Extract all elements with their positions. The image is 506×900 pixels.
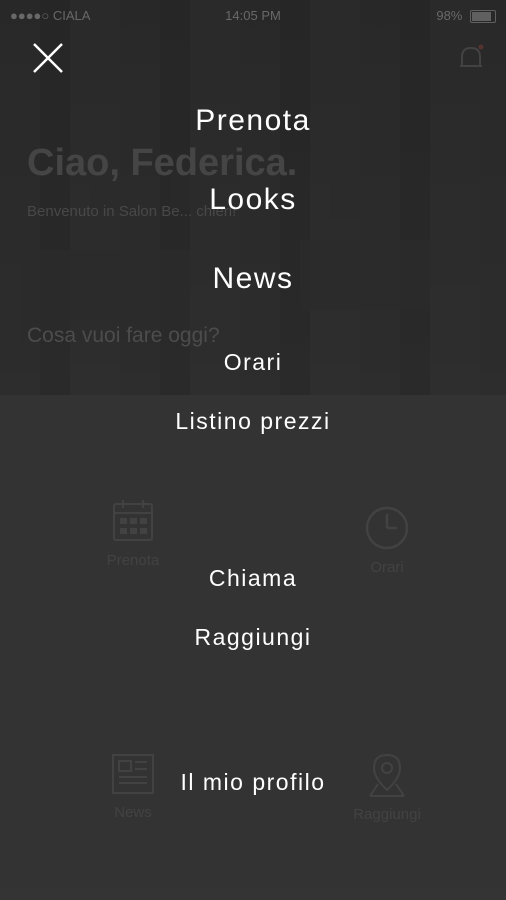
navigation-menu-overlay: Prenota Looks News Orari Listino prezzi … (0, 0, 506, 900)
menu-item-looks[interactable]: Looks (0, 183, 506, 217)
menu-item-profilo[interactable]: Il mio profilo (0, 769, 506, 796)
close-menu-button[interactable] (28, 38, 68, 78)
close-icon (33, 43, 63, 73)
menu-item-news[interactable]: News (0, 262, 506, 296)
menu-item-chiama[interactable]: Chiama (0, 565, 506, 592)
menu-item-orari[interactable]: Orari (0, 349, 506, 376)
menu-item-prenota[interactable]: Prenota (0, 104, 506, 138)
menu-item-raggiungi[interactable]: Raggiungi (0, 624, 506, 651)
menu-item-listino-prezzi[interactable]: Listino prezzi (0, 408, 506, 435)
